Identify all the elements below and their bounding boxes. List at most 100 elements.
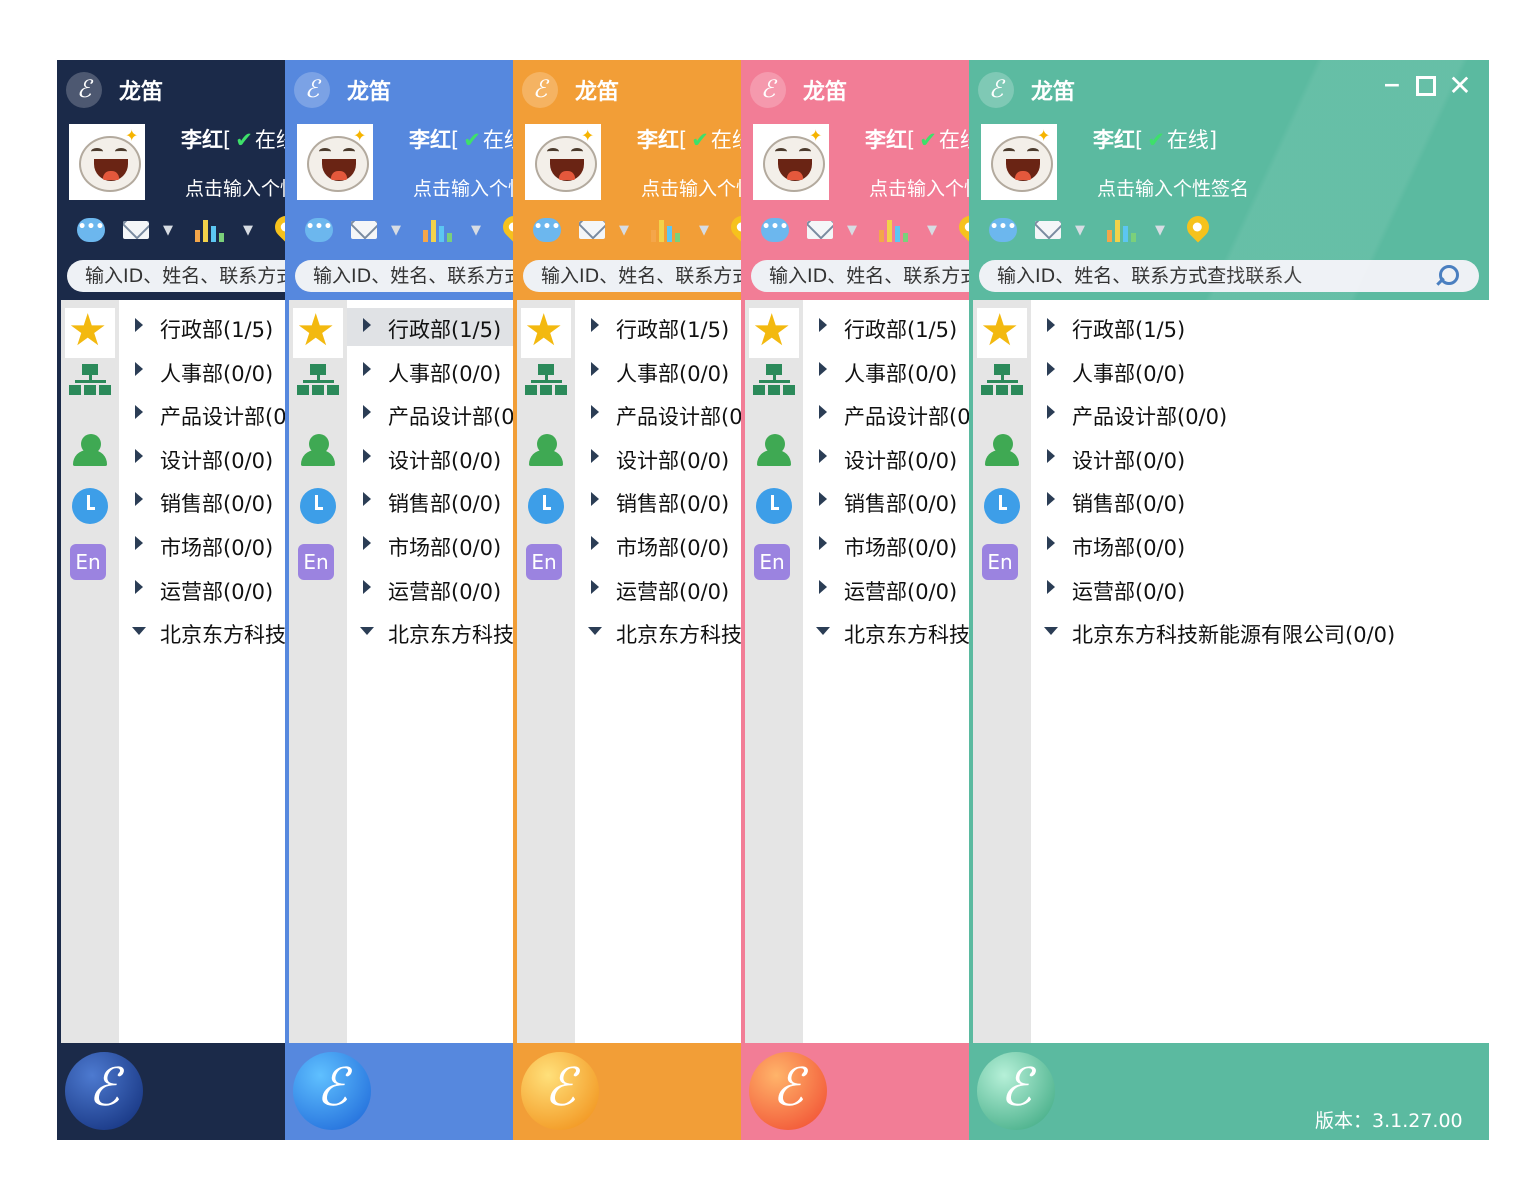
collapsed-arrow-icon[interactable] [591,579,599,594]
user-name-status[interactable]: 李红[✔在线] [637,124,741,154]
department-row[interactable]: 行政部(1/5) [803,308,969,346]
english-icon[interactable]: En [298,544,334,580]
favorites-star-icon[interactable] [65,306,115,358]
favorites-star-icon[interactable] [749,306,799,358]
department-row[interactable]: 人事部(0/0) [803,352,969,390]
location-pin-icon[interactable] [726,211,741,243]
collapsed-arrow-icon[interactable] [135,579,143,594]
chat-bubble-icon[interactable]: ••• [77,218,105,242]
search-input[interactable] [85,260,285,292]
collapsed-arrow-icon[interactable] [1047,318,1055,332]
search-input[interactable] [769,260,969,292]
recent-clock-icon[interactable] [977,482,1027,532]
search-input[interactable] [541,260,741,292]
org-chart-icon[interactable] [749,358,799,408]
friends-icon[interactable] [749,428,799,478]
collapsed-arrow-icon[interactable] [819,318,827,332]
minimize-button[interactable]: − [1379,74,1405,98]
department-row[interactable]: 销售部(0/0) [575,482,741,520]
collapsed-arrow-icon[interactable] [363,405,371,420]
department-row[interactable]: 行政部(1/5) [119,308,285,346]
location-pin-icon[interactable] [954,211,969,243]
search-box[interactable] [67,260,285,292]
english-icon[interactable]: En [70,544,106,580]
collapsed-arrow-icon[interactable] [135,536,143,550]
collapsed-arrow-icon[interactable] [135,361,143,376]
collapsed-arrow-icon[interactable] [591,318,599,332]
collapsed-arrow-icon[interactable] [819,448,827,463]
stats-icon[interactable] [423,218,457,242]
avatar[interactable]: ✦ [69,124,145,200]
main-menu-logo-icon[interactable]: ℰ [65,1052,143,1130]
stats-dropdown-icon[interactable]: ▼ [471,218,481,246]
department-row[interactable]: 行政部(1/5) [1031,308,1489,346]
english-icon[interactable]: En [526,544,562,580]
department-row[interactable]: 销售部(0/0) [347,482,513,520]
close-button[interactable]: ✕ [1447,72,1473,100]
stats-dropdown-icon[interactable]: ▼ [1155,218,1165,246]
department-row[interactable]: 北京东方科技新能源有限公司(0/0) [347,613,513,651]
search-box[interactable] [979,260,1479,292]
chat-bubble-icon[interactable]: ••• [761,218,789,242]
collapsed-arrow-icon[interactable] [591,492,599,507]
collapsed-arrow-icon[interactable] [819,579,827,594]
mail-dropdown-icon[interactable]: ▼ [847,218,857,246]
department-row[interactable]: 市场部(0/0) [803,526,969,564]
department-row[interactable]: 设计部(0/0) [347,439,513,477]
collapsed-arrow-icon[interactable] [819,361,827,376]
search-input[interactable] [313,260,513,292]
collapsed-arrow-icon[interactable] [1047,405,1055,420]
main-menu-logo-icon[interactable]: ℰ [521,1052,599,1130]
department-row[interactable]: 产品设计部(0/0) [347,395,513,433]
org-chart-icon[interactable] [977,358,1027,408]
avatar[interactable]: ✦ [297,124,373,200]
location-pin-icon[interactable] [1182,211,1214,243]
location-pin-icon[interactable] [270,211,285,243]
department-row[interactable]: 行政部(1/5) [347,308,513,346]
department-row[interactable]: 北京东方科技新能源有限公司(0/0) [1031,613,1489,651]
mail-icon[interactable] [351,221,377,239]
department-row[interactable]: 销售部(0/0) [1031,482,1489,520]
friends-icon[interactable] [65,428,115,478]
collapsed-arrow-icon[interactable] [591,405,599,420]
department-row[interactable]: 运营部(0/0) [803,570,969,608]
collapsed-arrow-icon[interactable] [363,579,371,594]
stats-icon[interactable] [651,218,685,242]
department-row[interactable]: 设计部(0/0) [119,439,285,477]
friends-icon[interactable] [977,428,1027,478]
stats-dropdown-icon[interactable]: ▼ [243,218,253,246]
mail-dropdown-icon[interactable]: ▼ [163,218,173,246]
department-row[interactable]: 人事部(0/0) [347,352,513,390]
recent-clock-icon[interactable] [293,482,343,532]
avatar[interactable]: ✦ [981,124,1057,200]
department-row[interactable]: 市场部(0/0) [1031,526,1489,564]
signature-field[interactable]: 点击输入个性签名 [869,174,969,201]
friends-icon[interactable] [293,428,343,478]
stats-icon[interactable] [879,218,913,242]
avatar[interactable]: ✦ [753,124,829,200]
user-name-status[interactable]: 李红[✔在线] [409,124,513,154]
title-bar[interactable]: ℰ 龙笛 − ✕ [741,60,969,116]
collapsed-arrow-icon[interactable] [591,536,599,550]
collapsed-arrow-icon[interactable] [363,361,371,376]
org-chart-icon[interactable] [293,358,343,408]
collapsed-arrow-icon[interactable] [591,361,599,376]
expanded-arrow-icon[interactable] [588,627,602,636]
stats-icon[interactable] [1107,218,1141,242]
search-box[interactable] [523,260,741,292]
title-bar[interactable]: ℰ 龙笛 − ✕ [57,60,285,116]
collapsed-arrow-icon[interactable] [591,448,599,463]
department-row[interactable]: 北京东方科技新能源有限公司(0/0) [575,613,741,651]
search-icon[interactable] [1439,265,1459,285]
collapsed-arrow-icon[interactable] [1047,492,1055,507]
department-row[interactable]: 人事部(0/0) [119,352,285,390]
collapsed-arrow-icon[interactable] [1047,579,1055,594]
collapsed-arrow-icon[interactable] [363,318,371,332]
expanded-arrow-icon[interactable] [360,627,374,636]
collapsed-arrow-icon[interactable] [1047,361,1055,376]
recent-clock-icon[interactable] [749,482,799,532]
english-icon[interactable]: En [754,544,790,580]
main-menu-logo-icon[interactable]: ℰ [977,1052,1055,1130]
mail-icon[interactable] [1035,221,1061,239]
recent-clock-icon[interactable] [521,482,571,532]
